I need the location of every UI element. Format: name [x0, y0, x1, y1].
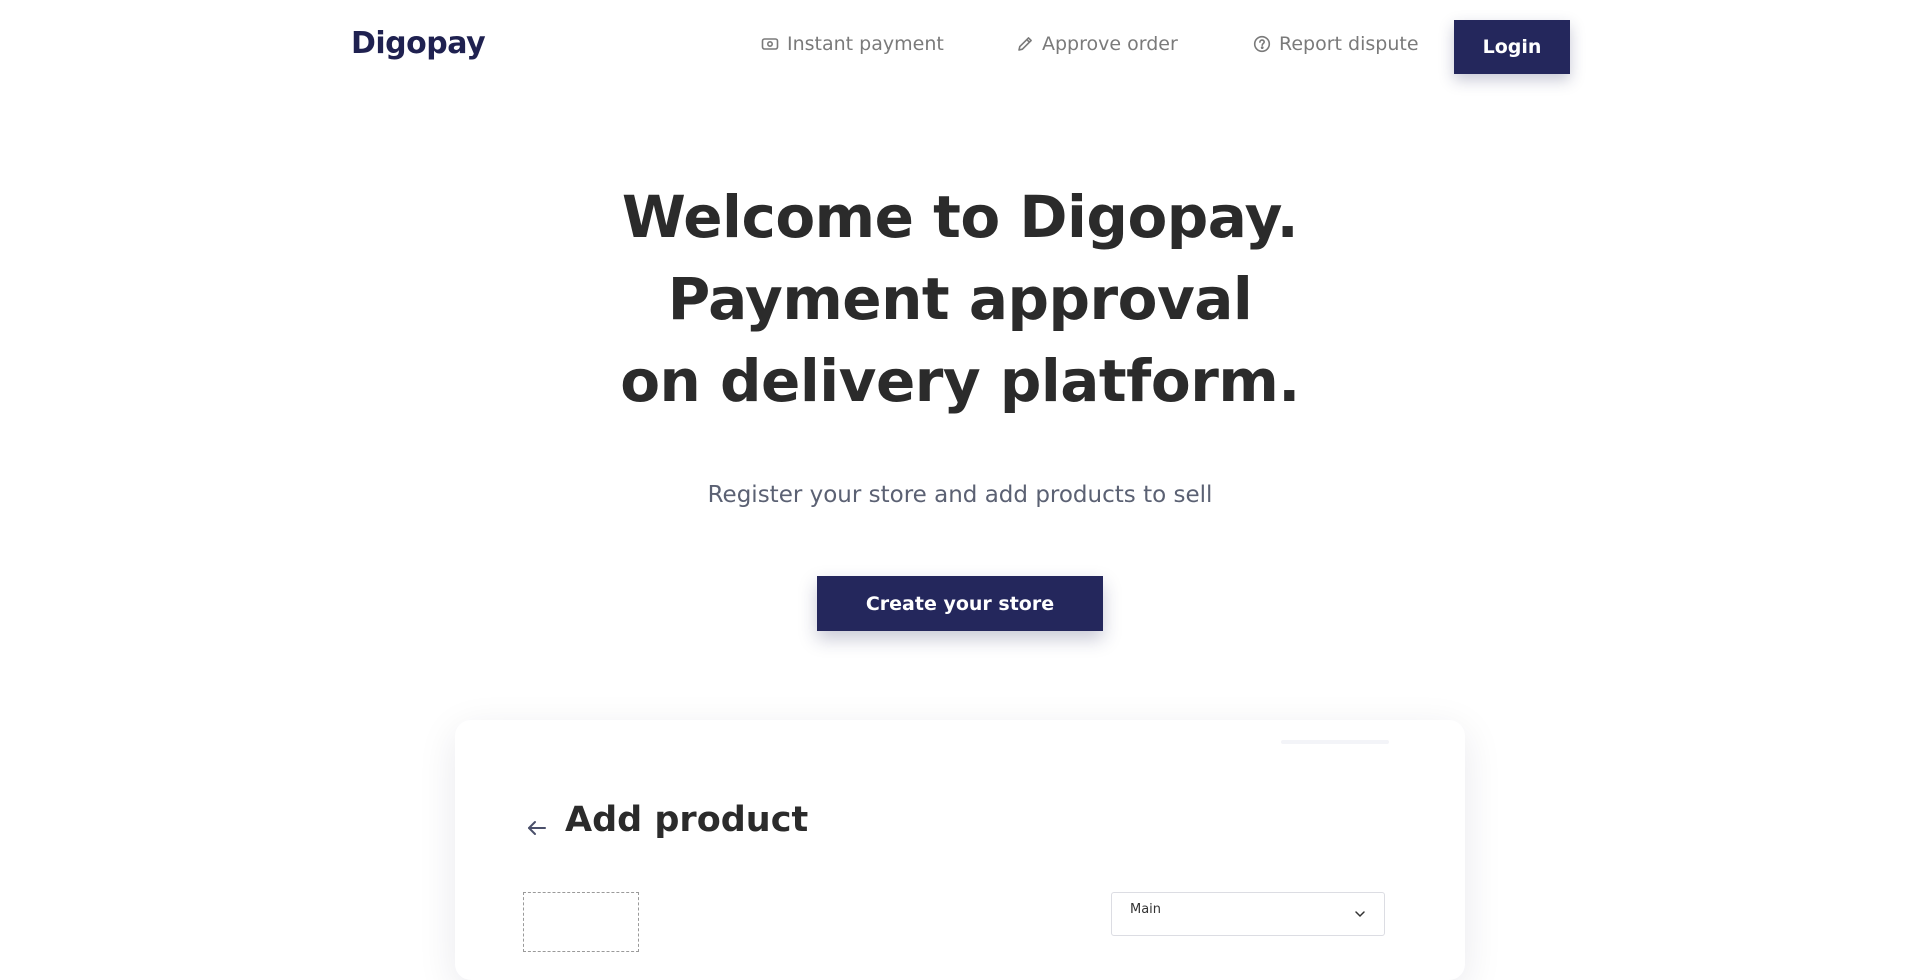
question-circle-icon — [1253, 35, 1271, 53]
nav-link-label: Report dispute — [1279, 33, 1419, 55]
add-product-title: Add product — [565, 800, 809, 844]
hero-title-highlight: Payment approval — [667, 258, 1253, 340]
hero-title-line-3: on delivery platform. — [620, 347, 1300, 415]
card-decoration — [1281, 740, 1389, 744]
hero-title-line-1: Welcome to Digopay. — [621, 183, 1299, 251]
hero-title-line-2-wrapper: Payment approval — [0, 258, 1920, 340]
money-icon — [761, 35, 779, 53]
chevron-down-icon — [1354, 905, 1366, 918]
brand-logo[interactable]: Digopay — [351, 26, 486, 61]
login-button[interactable]: Login — [1454, 20, 1570, 74]
hero-subtitle: Register your store and add products to … — [707, 482, 1213, 508]
nav-link-instant-payment[interactable]: Instant payment — [761, 33, 944, 55]
add-product-preview-card: Add product Main — [455, 720, 1465, 980]
hero-title: Welcome to Digopay. Payment approval on … — [0, 176, 1920, 422]
pencil-icon — [1016, 35, 1034, 53]
nav-link-report-dispute[interactable]: Report dispute — [1253, 33, 1419, 55]
nav-link-approve-order[interactable]: Approve order — [1016, 33, 1178, 55]
nav-link-label: Instant payment — [787, 33, 944, 55]
arrow-left-icon[interactable] — [525, 816, 549, 840]
category-select[interactable]: Main — [1111, 892, 1385, 936]
create-store-button[interactable]: Create your store — [817, 576, 1103, 631]
nav-link-label: Approve order — [1042, 33, 1178, 55]
category-select-value: Main — [1130, 902, 1162, 917]
image-upload-dropzone[interactable] — [523, 892, 639, 952]
top-navigation: Digopay Instant payment Approve order Re… — [0, 0, 1920, 92]
